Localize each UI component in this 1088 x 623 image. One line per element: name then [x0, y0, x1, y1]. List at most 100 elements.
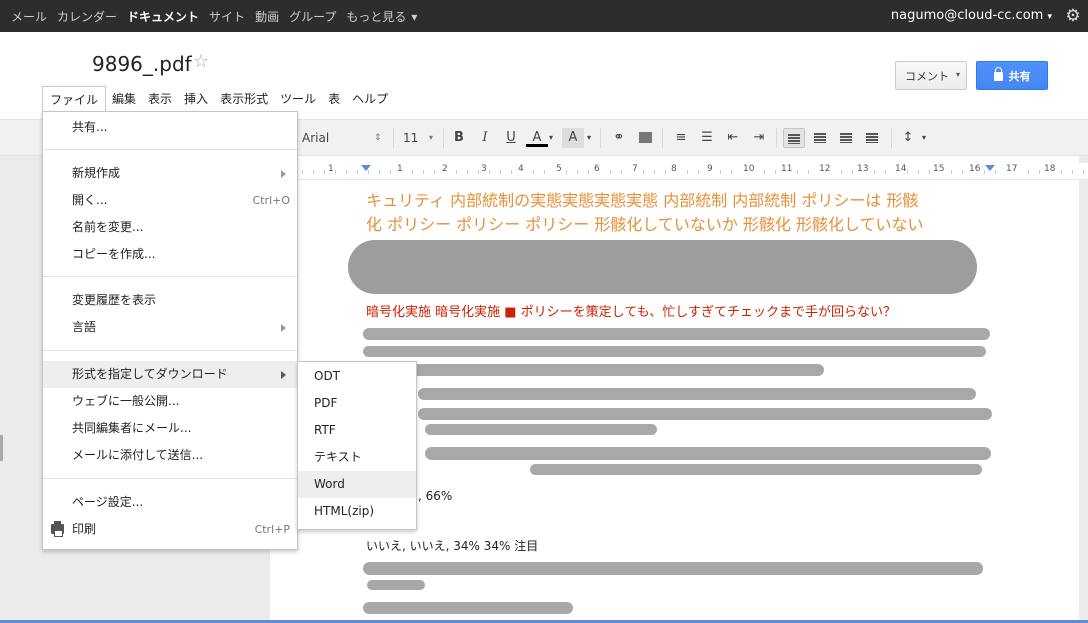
menu-view[interactable]: 表示	[142, 86, 178, 112]
menu-item-label: メールに添付して送信...	[72, 448, 204, 462]
nav-groups[interactable]: グループ	[284, 8, 341, 25]
account-menu[interactable]: nagumo@cloud-cc.com ▾	[891, 8, 1052, 23]
align-left-icon[interactable]	[783, 128, 805, 148]
google-top-bar: メール カレンダー ドキュメント サイト 動画 グループ もっと見る ▾ nagu…	[0, 0, 1088, 32]
nav-calendar[interactable]: カレンダー	[52, 8, 122, 25]
menu-item-label: 名前を変更...	[72, 220, 144, 234]
download-pdf[interactable]: PDF	[298, 390, 416, 417]
numbered-list-icon[interactable]: ≡	[670, 128, 692, 148]
ruler[interactable]: 1 1 2 3 4 5 6 7 8 9 10 11 12 13 14 15 16…	[270, 163, 1088, 180]
google-nav: メール カレンダー ドキュメント サイト 動画 グループ もっと見る ▾	[6, 0, 422, 32]
increase-indent-icon[interactable]: ⇥	[748, 128, 770, 148]
chevron-updown-icon: ⇕	[374, 133, 382, 143]
menu-item-label: ページ設定...	[72, 495, 144, 509]
italic-button[interactable]: I	[474, 128, 496, 148]
toolbar-divider	[662, 128, 663, 148]
file-menu-dropdown: 共有... 新規作成 開く... Ctrl+O 名前を変更... コピーを作成..…	[42, 111, 298, 550]
menu-item-copy[interactable]: コピーを作成...	[43, 241, 297, 268]
menu-item-new[interactable]: 新規作成	[43, 160, 297, 187]
ruler-number: 9	[706, 164, 714, 174]
chevron-down-icon[interactable]: ▾	[922, 120, 926, 156]
menu-item-language[interactable]: 言語	[43, 314, 297, 341]
menu-item-label: コピーを作成...	[72, 247, 156, 261]
menu-file[interactable]: ファイル	[42, 86, 107, 112]
menu-help[interactable]: ヘルプ	[346, 86, 394, 112]
image-icon[interactable]	[634, 128, 656, 148]
menu-table[interactable]: 表	[322, 86, 346, 112]
line-spacing-icon[interactable]: ↕	[897, 128, 919, 148]
share-button[interactable]: 共有	[976, 61, 1048, 90]
font-family-value: Arial	[302, 131, 330, 145]
star-icon[interactable]: ☆	[193, 51, 209, 72]
toolbar-divider	[891, 128, 892, 148]
left-indent-marker[interactable]	[361, 165, 371, 171]
ruler-number: 1	[327, 164, 335, 174]
redacted-line	[363, 346, 986, 357]
text-color-button[interactable]: A	[526, 128, 548, 147]
menu-divider	[43, 276, 297, 277]
bulleted-list-icon[interactable]: ☰	[696, 128, 718, 148]
right-indent-marker[interactable]	[985, 165, 995, 171]
nav-more[interactable]: もっと見る ▾	[341, 8, 422, 25]
nav-video[interactable]: 動画	[250, 8, 284, 25]
menu-item-print[interactable]: 印刷 Ctrl+P	[43, 516, 297, 543]
lock-icon	[993, 67, 1003, 81]
menu-item-label: 変更履歴を表示	[72, 293, 157, 307]
download-html-zip[interactable]: HTML(zip)	[298, 498, 416, 525]
link-icon[interactable]: ⚭	[608, 128, 630, 148]
document-title[interactable]: 9896_.pdf	[92, 52, 192, 76]
redacted-line	[363, 602, 573, 614]
comment-button-label: コメント	[905, 69, 949, 83]
ruler-number: 5	[555, 164, 563, 174]
redacted-line	[418, 388, 976, 400]
menu-item-rename[interactable]: 名前を変更...	[43, 214, 297, 241]
align-right-icon[interactable]	[835, 128, 857, 148]
menu-tools[interactable]: ツール	[274, 86, 322, 112]
nav-sites[interactable]: サイト	[204, 8, 250, 25]
menu-item-page-setup[interactable]: ページ設定...	[43, 489, 297, 516]
menu-item-open[interactable]: 開く... Ctrl+O	[43, 187, 297, 214]
menu-insert[interactable]: 挿入	[178, 86, 214, 112]
toolbar-divider	[776, 128, 777, 148]
chevron-down-icon[interactable]: ▾	[587, 120, 591, 156]
redacted-line	[418, 408, 992, 420]
redacted-line	[363, 328, 990, 340]
download-odt[interactable]: ODT	[298, 363, 416, 390]
chevron-down-icon: ▾	[955, 70, 960, 79]
ruler-number: 17	[1005, 164, 1019, 174]
decrease-indent-icon[interactable]: ⇤	[722, 128, 744, 148]
right-canvas	[1079, 156, 1088, 623]
menu-item-download-as[interactable]: 形式を指定してダウンロード	[43, 361, 297, 388]
menu-format[interactable]: 表示形式	[214, 86, 274, 112]
menu-divider	[43, 478, 297, 479]
comment-button[interactable]: コメント ▾	[895, 61, 967, 90]
redacted-line	[363, 562, 983, 575]
menubar: ファイル 編集 表示 挿入 表示形式 ツール 表 ヘルプ	[42, 86, 394, 112]
menu-item-email-attachment[interactable]: メールに添付して送信...	[43, 442, 297, 469]
highlight-color-button[interactable]: A	[562, 128, 584, 148]
redacted-line	[367, 580, 425, 590]
chevron-right-icon	[281, 371, 286, 379]
menu-item-revision-history[interactable]: 変更履歴を表示	[43, 287, 297, 314]
font-family-select[interactable]: Arial ⇕	[302, 120, 382, 156]
align-justify-icon[interactable]	[861, 128, 883, 148]
doc-stat-line-1: , 66%	[418, 489, 453, 503]
chevron-down-icon[interactable]: ▾	[549, 120, 553, 156]
menu-item-publish[interactable]: ウェブに一般公開...	[43, 388, 297, 415]
menu-item-share[interactable]: 共有...	[43, 114, 297, 141]
doc-orange-line-1: キュリティ 内部統制の実態実態実態実態 内部統制 内部統制 ポリシーは 形骸	[366, 191, 919, 210]
gear-icon[interactable]: ⚙	[1062, 6, 1084, 26]
font-size-select[interactable]: 11 ▾	[403, 120, 433, 156]
align-center-icon[interactable]	[809, 128, 831, 148]
menu-item-email-collaborators[interactable]: 共同編集者にメール...	[43, 415, 297, 442]
download-text[interactable]: テキスト	[298, 444, 416, 471]
nav-mail[interactable]: メール	[6, 8, 52, 25]
download-rtf[interactable]: RTF	[298, 417, 416, 444]
menu-item-label: 印刷	[72, 522, 97, 536]
download-word[interactable]: Word	[298, 471, 416, 498]
nav-documents[interactable]: ドキュメント	[122, 8, 204, 25]
menu-edit[interactable]: 編集	[106, 86, 142, 112]
ruler-number: 10	[742, 164, 756, 174]
bold-button[interactable]: B	[448, 128, 470, 148]
underline-button[interactable]: U	[500, 128, 522, 148]
